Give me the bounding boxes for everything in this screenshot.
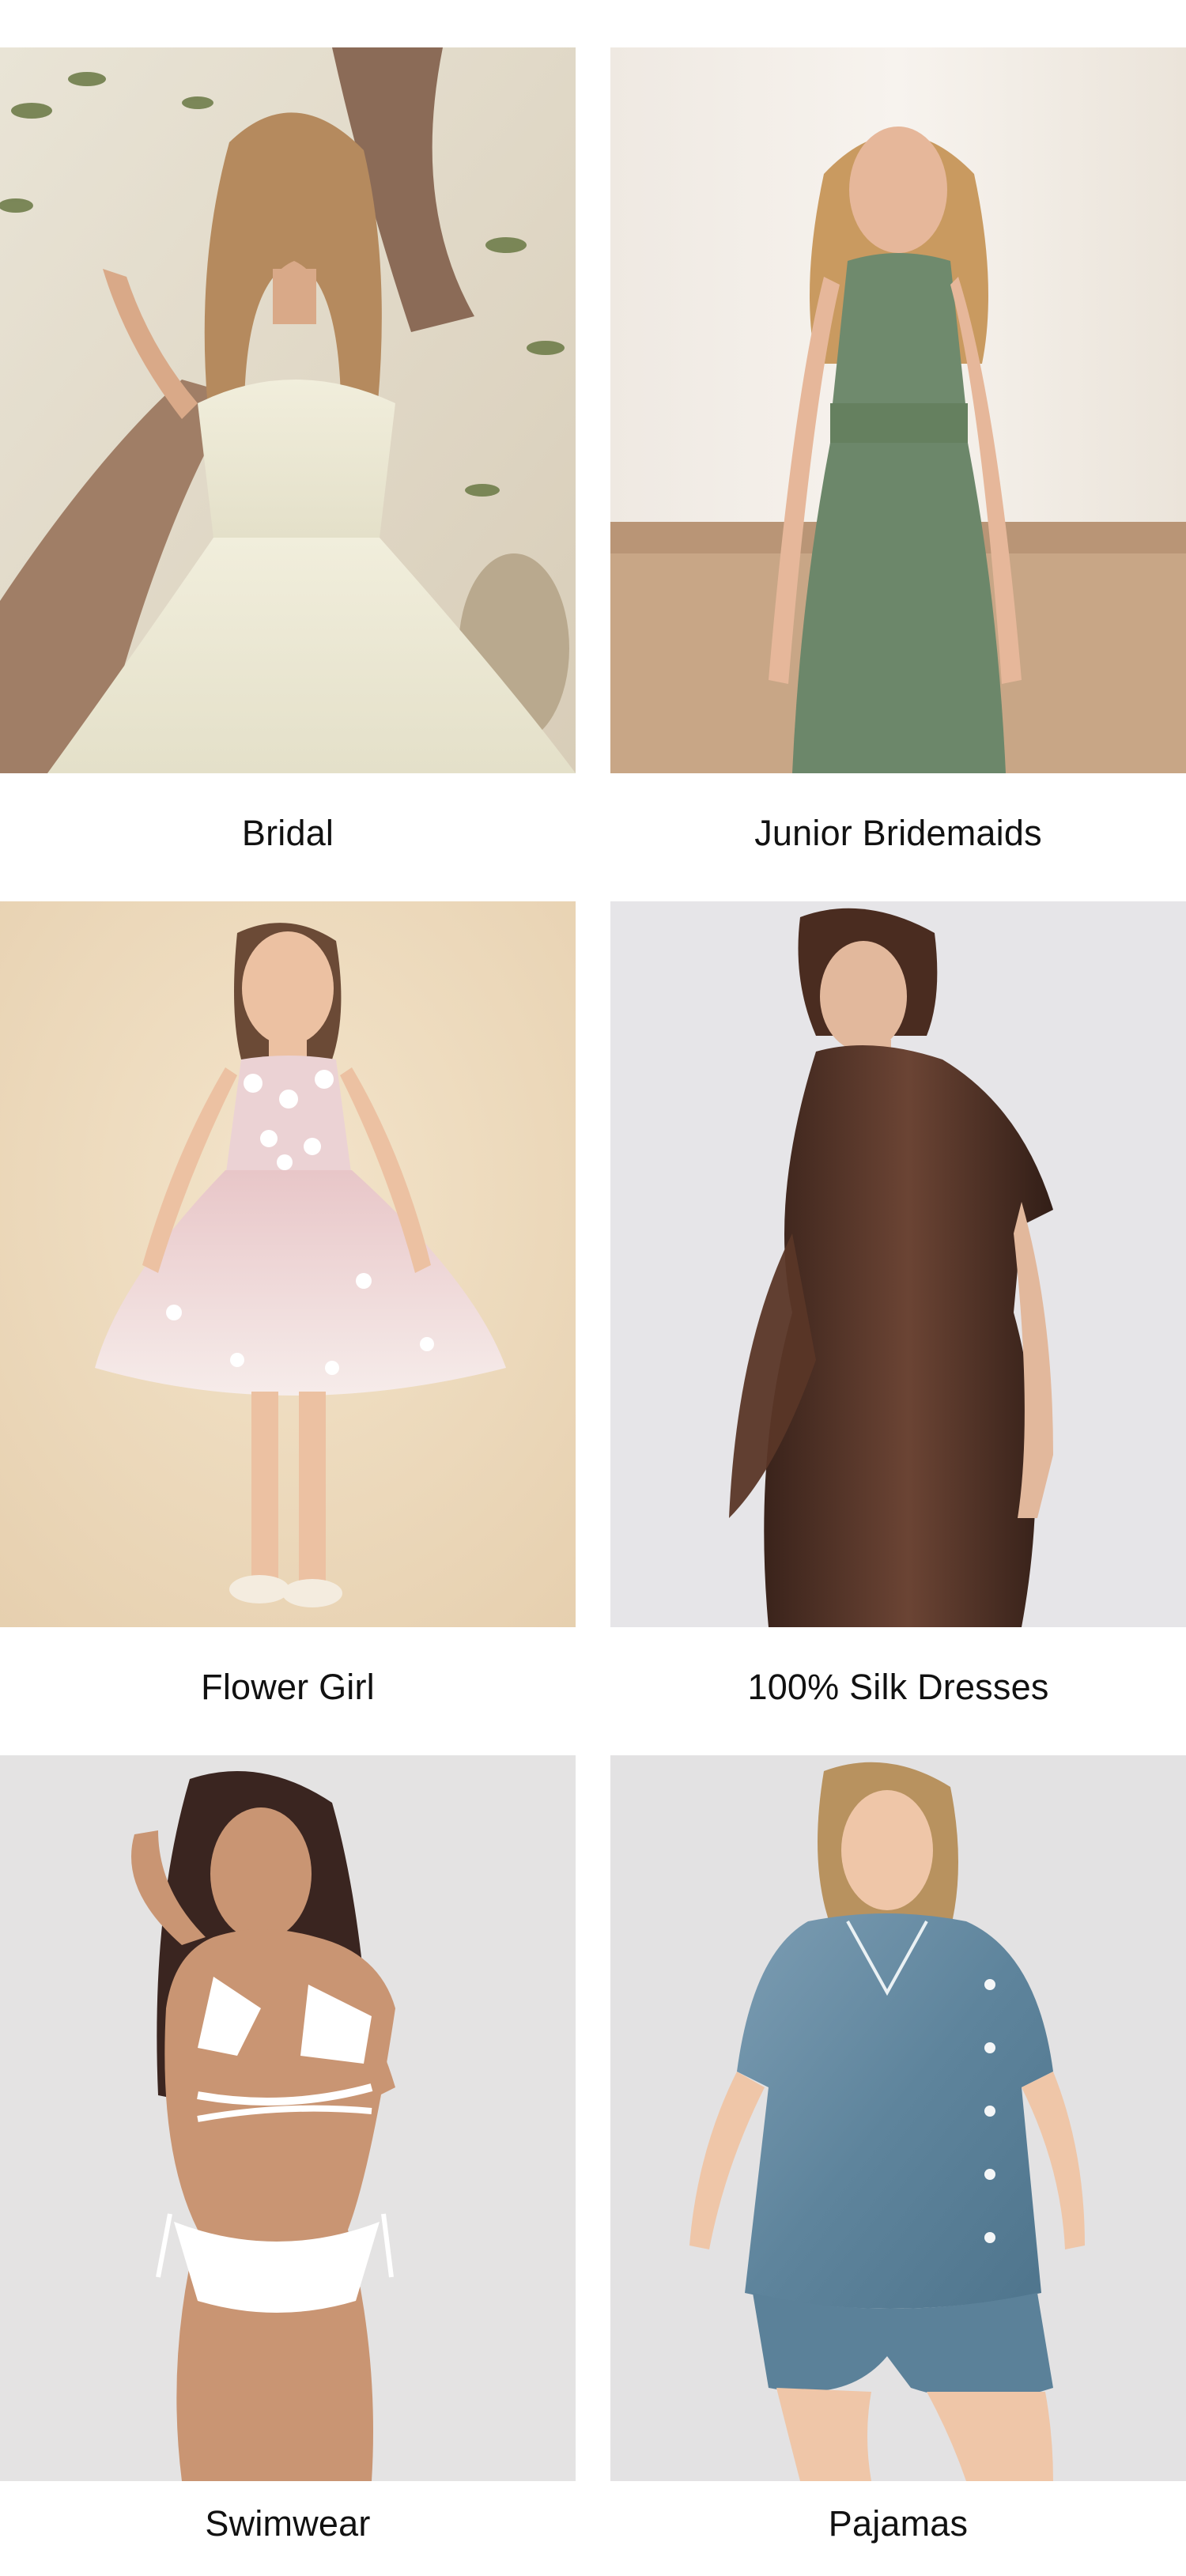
category-tile-pajamas[interactable]: Pajamas [610,1755,1186,2576]
category-grid: Bridal Junior Bridemaids Flower Girl 100… [0,47,1186,2576]
category-tile-bridal[interactable]: Bridal [0,47,576,901]
bridal-photo[interactable] [0,47,576,773]
flower-girl-photo[interactable] [0,901,576,1627]
category-label[interactable]: 100% Silk Dresses [610,1627,1186,1755]
category-label[interactable]: Junior Bridemaids [610,773,1186,901]
category-label[interactable]: Bridal [0,773,576,901]
category-tile-flower-girl[interactable]: Flower Girl [0,901,576,1755]
junior-bridesmaids-photo[interactable] [610,47,1186,773]
category-label[interactable]: Pajamas [610,2481,1186,2576]
category-label[interactable]: Flower Girl [0,1627,576,1755]
swimwear-photo[interactable] [0,1755,576,2481]
pajamas-photo[interactable] [610,1755,1186,2481]
category-tile-junior-bridesmaids[interactable]: Junior Bridemaids [610,47,1186,901]
category-tile-swimwear[interactable]: Swimwear [0,1755,576,2576]
silk-dresses-photo[interactable] [610,901,1186,1627]
category-tile-silk-dresses[interactable]: 100% Silk Dresses [610,901,1186,1755]
category-label[interactable]: Swimwear [0,2481,576,2576]
